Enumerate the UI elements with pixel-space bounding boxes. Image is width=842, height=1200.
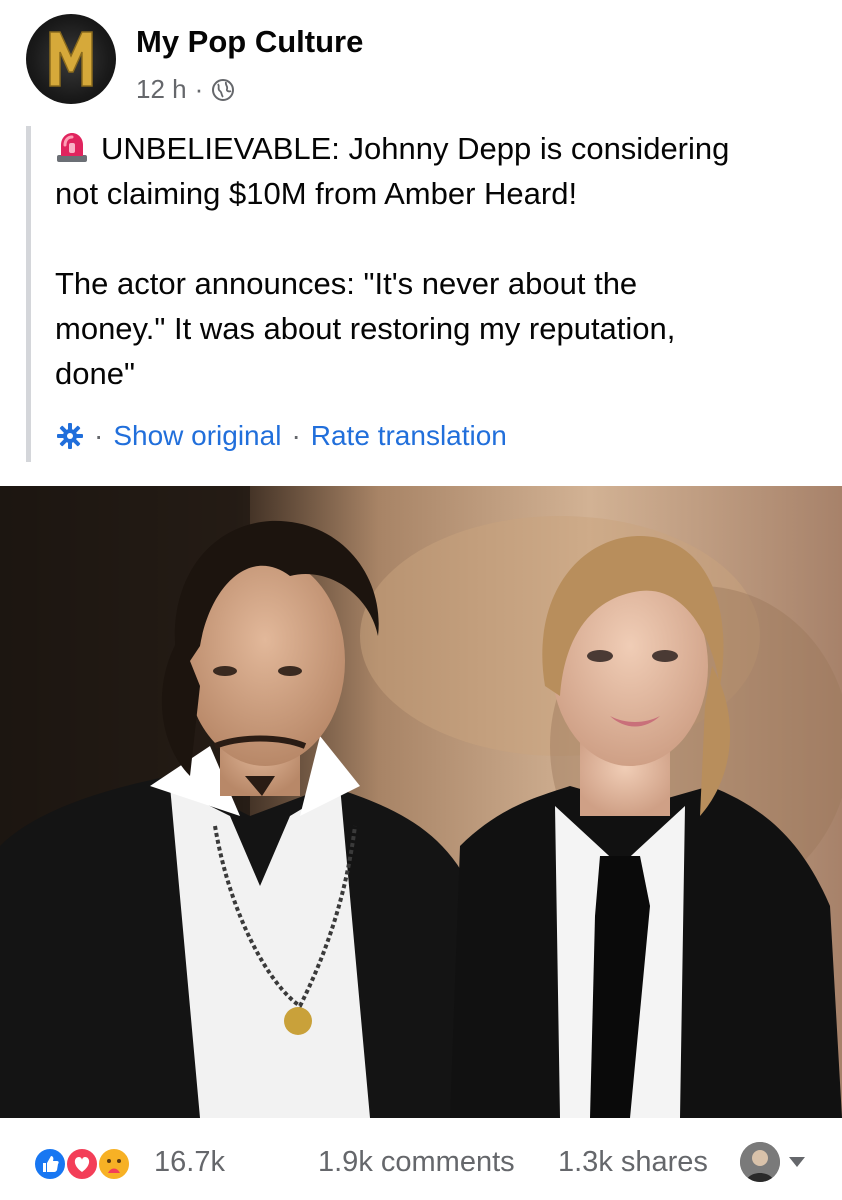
meta-separator: · (194, 74, 204, 104)
headline-line-2: not claiming $10M from Amber Heard! (55, 176, 578, 211)
comments-count-link[interactable]: 1.9k comments (318, 1146, 515, 1179)
translation-separator: · (291, 420, 301, 451)
reaction-count[interactable]: 16.7k (154, 1146, 225, 1179)
page-avatar[interactable] (26, 14, 116, 104)
post-meta: 12 h · (136, 74, 235, 105)
post-photo-illustration (0, 486, 842, 1118)
viewer-avatar-image (740, 1142, 780, 1182)
post-text: UNBELIEVABLE: Johnny Depp is considering… (55, 126, 835, 396)
post-header: My Pop Culture 12 h · (26, 14, 816, 104)
post-timestamp[interactable]: 12 h (136, 74, 187, 105)
caret-down-icon[interactable] (788, 1156, 806, 1168)
like-reaction-icon (33, 1147, 67, 1181)
gear-icon[interactable] (56, 422, 84, 450)
quote-line-1: The actor announces: "It's never about t… (55, 266, 638, 301)
page-logo-m-icon (49, 31, 93, 87)
siren-icon (57, 133, 87, 162)
post-photo[interactable] (0, 486, 842, 1118)
translation-separator: · (94, 420, 104, 451)
care-reaction-icon (97, 1147, 131, 1181)
post-footer: 16.7k 1.9k comments 1.3k shares (0, 1118, 842, 1200)
quote-line-3: done" (55, 356, 135, 391)
post-body: UNBELIEVABLE: Johnny Depp is considering… (26, 126, 835, 462)
headline-text-1: UNBELIEVABLE: Johnny Depp is considering (101, 131, 730, 166)
reactions-summary[interactable] (32, 1146, 142, 1182)
page-name-link[interactable]: My Pop Culture (136, 24, 363, 60)
rate-translation-link[interactable]: Rate translation (311, 420, 507, 452)
headline-line-1: UNBELIEVABLE: Johnny Depp is considering (55, 126, 835, 171)
love-reaction-icon (65, 1147, 99, 1181)
viewer-avatar[interactable] (740, 1142, 780, 1182)
show-original-link[interactable]: Show original (113, 420, 281, 452)
translation-row: · Show original · Rate translation (56, 420, 507, 452)
shares-count-link[interactable]: 1.3k shares (558, 1146, 708, 1179)
globe-icon[interactable] (211, 78, 235, 102)
quote-line-2: money." It was about restoring my reputa… (55, 311, 676, 346)
